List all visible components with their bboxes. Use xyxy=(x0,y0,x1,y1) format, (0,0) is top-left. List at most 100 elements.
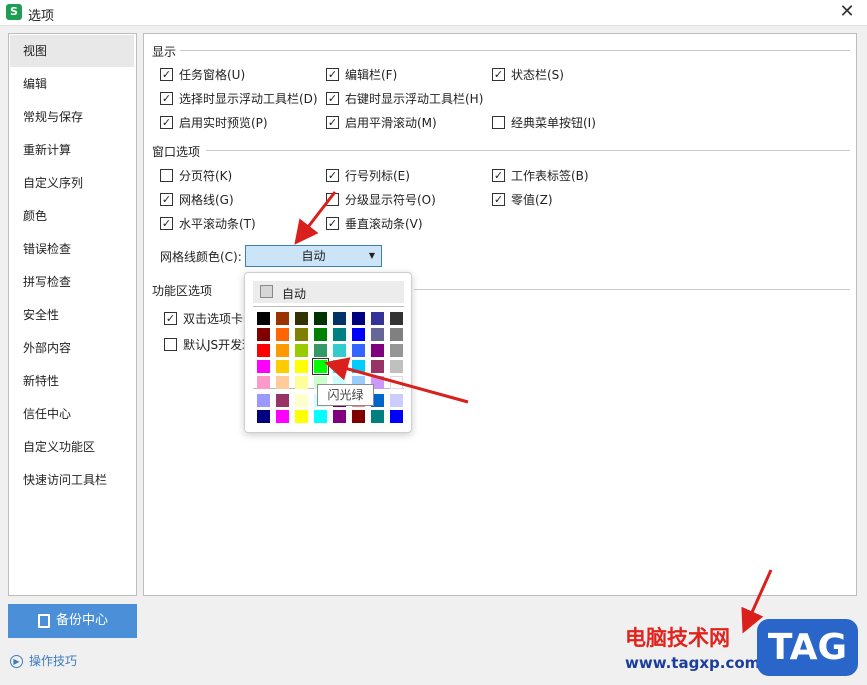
sidebar-item-security[interactable]: 安全性 xyxy=(10,299,134,331)
checkbox-label: 行号列标(E) xyxy=(345,169,410,183)
checkbox-label: 分页符(K) xyxy=(179,169,233,183)
color-swatch[interactable] xyxy=(390,328,403,341)
color-swatch[interactable] xyxy=(390,344,403,357)
checkbox-box: ✓ xyxy=(160,116,173,129)
checkbox-box: ✓ xyxy=(160,92,173,105)
color-swatch[interactable] xyxy=(390,410,403,423)
backup-center-button[interactable]: 备份中心 xyxy=(8,604,137,638)
color-swatch[interactable] xyxy=(314,328,327,341)
color-swatch[interactable] xyxy=(312,358,329,375)
color-swatch[interactable] xyxy=(352,328,365,341)
sidebar-item-external-content[interactable]: 外部内容 xyxy=(10,332,134,364)
color-swatch[interactable] xyxy=(276,410,289,423)
checkbox-task-pane[interactable]: ✓ 任务窗格(U) xyxy=(160,66,245,84)
section-title-ribbon: 功能区选项 xyxy=(152,284,213,298)
checkbox-float-toolbar-rightclick[interactable]: ✓ 右键时显示浮动工具栏(H) xyxy=(326,90,483,108)
color-swatch[interactable] xyxy=(295,376,308,389)
color-swatch[interactable] xyxy=(352,344,365,357)
sidebar-item-error-check[interactable]: 错误检查 xyxy=(10,233,134,265)
color-swatch[interactable] xyxy=(276,376,289,389)
sidebar-item-custom-ribbon[interactable]: 自定义功能区 xyxy=(10,431,134,463)
color-swatch[interactable] xyxy=(371,360,384,373)
grid-color-dropdown[interactable]: 自动 ▼ xyxy=(245,245,382,267)
color-swatch[interactable] xyxy=(257,360,270,373)
watermark-url: www.tagxp.com xyxy=(625,654,761,672)
checkbox-outline-symbols[interactable]: 分级显示符号(O) xyxy=(326,191,436,209)
checkbox-zero-values[interactable]: ✓ 零值(Z) xyxy=(492,191,553,209)
sidebar-item-general-save[interactable]: 常规与保存 xyxy=(10,101,134,133)
checkbox-default-js-env[interactable]: 默认JS开发环 xyxy=(164,336,254,354)
title-bar: S 选项 ✕ xyxy=(0,0,867,26)
color-swatch[interactable] xyxy=(333,328,346,341)
color-swatch[interactable] xyxy=(371,410,384,423)
checkbox-sheet-tabs[interactable]: ✓ 工作表标签(B) xyxy=(492,167,589,185)
color-swatch[interactable] xyxy=(352,360,365,373)
checkbox-status-bar[interactable]: ✓ 状态栏(S) xyxy=(492,66,564,84)
checkbox-smooth-scroll[interactable]: ✓ 启用平滑滚动(M) xyxy=(326,114,437,132)
color-swatch[interactable] xyxy=(314,344,327,357)
color-auto-option[interactable]: 自动 xyxy=(253,281,404,303)
color-swatch[interactable] xyxy=(314,410,327,423)
color-swatch[interactable] xyxy=(295,410,308,423)
checkbox-classic-menu[interactable]: 经典菜单按钮(I) xyxy=(492,114,596,132)
color-swatch[interactable] xyxy=(257,328,270,341)
checkbox-label: 经典菜单按钮(I) xyxy=(511,116,596,130)
color-swatch[interactable] xyxy=(257,376,270,389)
color-swatch[interactable] xyxy=(314,312,327,325)
sidebar-item-quick-access[interactable]: 快速访问工具栏 xyxy=(10,464,134,496)
checkbox-formula-bar[interactable]: ✓ 编辑栏(F) xyxy=(326,66,397,84)
color-swatch[interactable] xyxy=(295,360,308,373)
checkbox-dblclick-tab[interactable]: ✓ 双击选项卡时 xyxy=(164,310,255,328)
color-swatch[interactable] xyxy=(257,344,270,357)
sidebar-item-trust-center[interactable]: 信任中心 xyxy=(10,398,134,430)
color-swatch[interactable] xyxy=(276,328,289,341)
checkbox-v-scrollbar[interactable]: ✓ 垂直滚动条(V) xyxy=(326,215,423,233)
checkbox-box xyxy=(326,193,339,206)
color-swatch[interactable] xyxy=(295,394,308,407)
checkbox-live-preview[interactable]: ✓ 启用实时预览(P) xyxy=(160,114,268,132)
color-swatch[interactable] xyxy=(352,410,365,423)
color-swatch[interactable] xyxy=(390,376,403,389)
color-swatch[interactable] xyxy=(276,394,289,407)
checkbox-row-col-headers[interactable]: ✓ 行号列标(E) xyxy=(326,167,410,185)
color-swatch[interactable] xyxy=(333,410,346,423)
sidebar-item-custom-list[interactable]: 自定义序列 xyxy=(10,167,134,199)
color-swatch[interactable] xyxy=(276,360,289,373)
color-auto-label: 自动 xyxy=(282,287,307,301)
color-swatch[interactable] xyxy=(371,312,384,325)
sidebar-item-recalc[interactable]: 重新计算 xyxy=(10,134,134,166)
color-swatch[interactable] xyxy=(333,344,346,357)
color-swatch[interactable] xyxy=(333,360,346,373)
checkbox-label: 启用平滑滚动(M) xyxy=(345,116,437,130)
close-button[interactable]: ✕ xyxy=(837,2,857,22)
color-swatch[interactable] xyxy=(295,344,308,357)
color-swatch[interactable] xyxy=(295,312,308,325)
checkbox-float-toolbar-select[interactable]: ✓ 选择时显示浮动工具栏(D) xyxy=(160,90,318,108)
color-swatch[interactable] xyxy=(390,312,403,325)
sidebar-item-view[interactable]: 视图 xyxy=(10,35,134,67)
color-swatch[interactable] xyxy=(276,312,289,325)
color-swatch[interactable] xyxy=(390,360,403,373)
watermark-tag-logo: TAG xyxy=(757,619,858,676)
sidebar-item-new-features[interactable]: 新特性 xyxy=(10,365,134,397)
sidebar-item-spell-check[interactable]: 拼写检查 xyxy=(10,266,134,298)
color-swatch[interactable] xyxy=(371,328,384,341)
color-swatch[interactable] xyxy=(371,344,384,357)
color-swatch[interactable] xyxy=(276,344,289,357)
checkbox-page-break[interactable]: 分页符(K) xyxy=(160,167,232,185)
sidebar-item-edit[interactable]: 编辑 xyxy=(10,68,134,100)
checkbox-h-scrollbar[interactable]: ✓ 水平滚动条(T) xyxy=(160,215,256,233)
color-swatch[interactable] xyxy=(352,312,365,325)
color-swatch[interactable] xyxy=(390,394,403,407)
app-logo-icon: S xyxy=(6,4,22,20)
color-swatch-auto xyxy=(260,285,273,298)
checkbox-gridlines[interactable]: ✓ 网格线(G) xyxy=(160,191,234,209)
color-swatch[interactable] xyxy=(257,312,270,325)
tips-link[interactable]: ▶ 操作技巧 xyxy=(10,652,77,669)
backup-center-label: 备份中心 xyxy=(56,613,109,628)
color-swatch[interactable] xyxy=(257,394,270,407)
color-swatch[interactable] xyxy=(333,312,346,325)
color-swatch[interactable] xyxy=(295,328,308,341)
color-swatch[interactable] xyxy=(257,410,270,423)
sidebar-item-color[interactable]: 颜色 xyxy=(10,200,134,232)
